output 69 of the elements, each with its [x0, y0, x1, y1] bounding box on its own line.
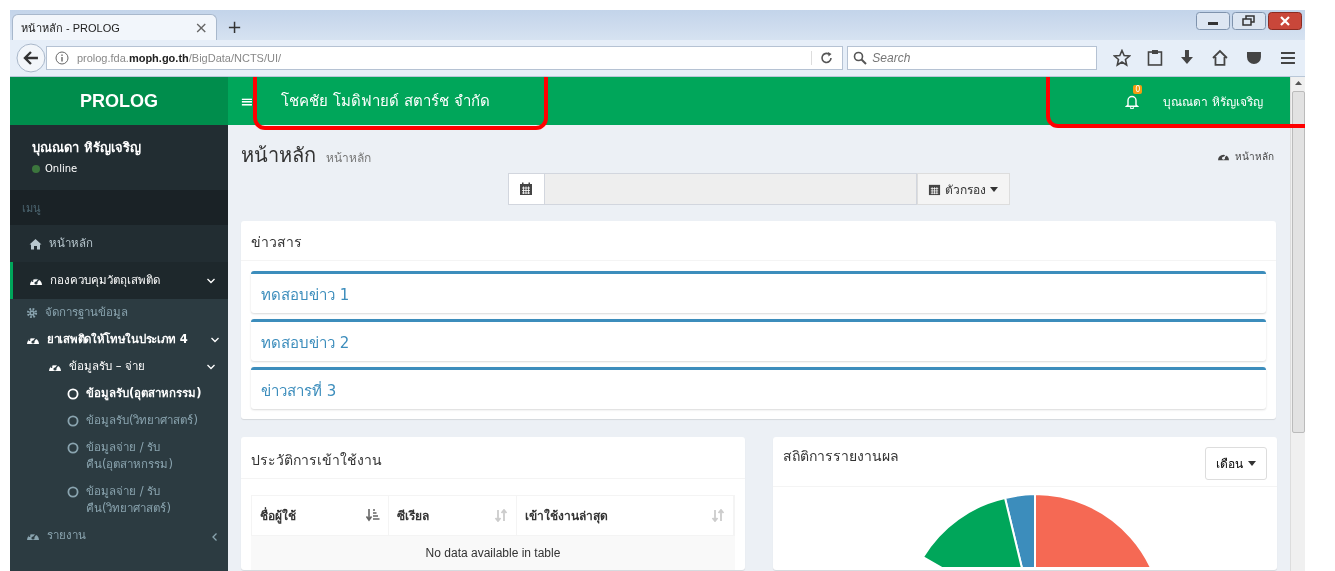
- panel-title: ประวัติการเข้าใช้งาน: [251, 452, 382, 468]
- scrollbar[interactable]: [1290, 77, 1305, 571]
- news-link[interactable]: ข่าวสารที่ 3: [261, 382, 337, 400]
- notification-badge: 0: [1133, 85, 1143, 94]
- panel-title: สถิติการรายงานผล: [783, 447, 899, 466]
- caret-icon: [990, 186, 998, 192]
- clipboard-icon[interactable]: [1147, 49, 1164, 67]
- sidebar-item[interactable]: จัดการฐานข้อมูล: [10, 299, 228, 326]
- date-range-field[interactable]: [544, 173, 917, 205]
- sidebar-item[interactable]: ข้อมูลรับ – จ่าย: [10, 353, 228, 380]
- search-field[interactable]: Search: [847, 46, 1098, 70]
- chevron-down-icon: [206, 363, 216, 371]
- user-name: บุณณดา หิรัญเจริญ: [32, 139, 142, 158]
- user-status: Online: [45, 163, 78, 174]
- minimize-icon[interactable]: [1196, 12, 1230, 30]
- circle-icon: [67, 442, 79, 454]
- circle-icon: [67, 388, 79, 400]
- circle-icon: [67, 486, 79, 498]
- column-header[interactable]: ซีเรียล: [389, 496, 517, 535]
- empty-table-message: No data available in table: [425, 546, 561, 560]
- sidebar-item[interactable]: ข้อมูลรับ(วิทยาศาสตร์): [10, 407, 228, 434]
- sidebar-item[interactable]: ข้อมูลจ่าย / รับคืน(อุตสาหกรรม): [10, 434, 228, 478]
- settings-icon: [26, 307, 38, 319]
- circle-icon: [67, 415, 79, 427]
- sidebar-item[interactable]: ข้อมูลจ่าย / รับคืน(วิทยาศาสตร์): [10, 478, 228, 522]
- menu-header: เมนู: [22, 200, 41, 217]
- back-icon[interactable]: [16, 43, 46, 73]
- sidebar-item[interactable]: หน้าหลัก: [10, 225, 228, 262]
- breadcrumb-text: หน้าหลัก: [1235, 150, 1274, 164]
- tab-close-button[interactable]: ×: [194, 18, 208, 37]
- dashboard-icon: [29, 275, 43, 287]
- caret-icon: [1248, 461, 1256, 466]
- column-header[interactable]: เข้าใช้งานล่าสุด: [517, 496, 734, 535]
- chevron-left-icon: [210, 532, 220, 542]
- shield-icon[interactable]: [1245, 49, 1264, 67]
- chevron-down-icon: [210, 336, 220, 344]
- home-icon[interactable]: [1211, 49, 1230, 67]
- address-field[interactable]: prolog.fda.moph.go.th/BigData/NCTS/UI/: [45, 46, 844, 70]
- calendar-button[interactable]: [507, 173, 545, 205]
- news-link[interactable]: ทดสอบข่าว 2: [261, 334, 350, 352]
- restore-icon[interactable]: [1232, 12, 1266, 30]
- page-title: หน้าหลัก: [241, 142, 316, 169]
- panel-title: ข่าวสาร: [251, 234, 302, 250]
- page-subtitle: หน้าหลัก: [326, 150, 371, 167]
- company-name: โชคชัย โมดิฟายด์ สตาร์ช จำกัด: [281, 92, 490, 110]
- period-dropdown[interactable]: เดือน: [1205, 447, 1267, 480]
- new-tab-button[interactable]: +: [227, 16, 243, 37]
- calendar-icon: [928, 182, 941, 196]
- browser-tab[interactable]: หน้าหลัก - PROLOG ×: [12, 14, 217, 40]
- breadcrumb-link[interactable]: หน้าหลัก: [1217, 149, 1274, 164]
- tab-title: หน้าหลัก - PROLOG: [21, 20, 121, 36]
- home-icon: [29, 238, 42, 250]
- close-icon[interactable]: [1268, 12, 1302, 30]
- reload-icon[interactable]: [811, 51, 835, 65]
- star-icon[interactable]: [1113, 49, 1132, 67]
- calendar-icon: [519, 182, 533, 196]
- sidebar-item[interactable]: ข้อมูลรับ(อุตสาหกรรม): [10, 380, 228, 407]
- menu-icon[interactable]: [1279, 49, 1297, 67]
- sidebar-item[interactable]: รายงาน: [10, 522, 228, 549]
- info-icon: [54, 51, 69, 65]
- bell-icon: [1125, 93, 1140, 109]
- app-logo[interactable]: PROLOG: [10, 77, 228, 125]
- chevron-down-icon: [206, 277, 216, 285]
- column-header[interactable]: ชื่อผู้ใช้: [252, 496, 389, 535]
- filter-button[interactable]: ตัวกรอง: [916, 173, 1010, 205]
- sidebar-item[interactable]: กองควบคุมวัตถุเสพติด: [10, 262, 228, 299]
- news-link[interactable]: ทดสอบข่าว 1: [261, 286, 350, 304]
- search-icon: [853, 51, 868, 65]
- sidebar-item[interactable]: ยาเสพติดให้โทษในประเภท 4: [10, 326, 228, 353]
